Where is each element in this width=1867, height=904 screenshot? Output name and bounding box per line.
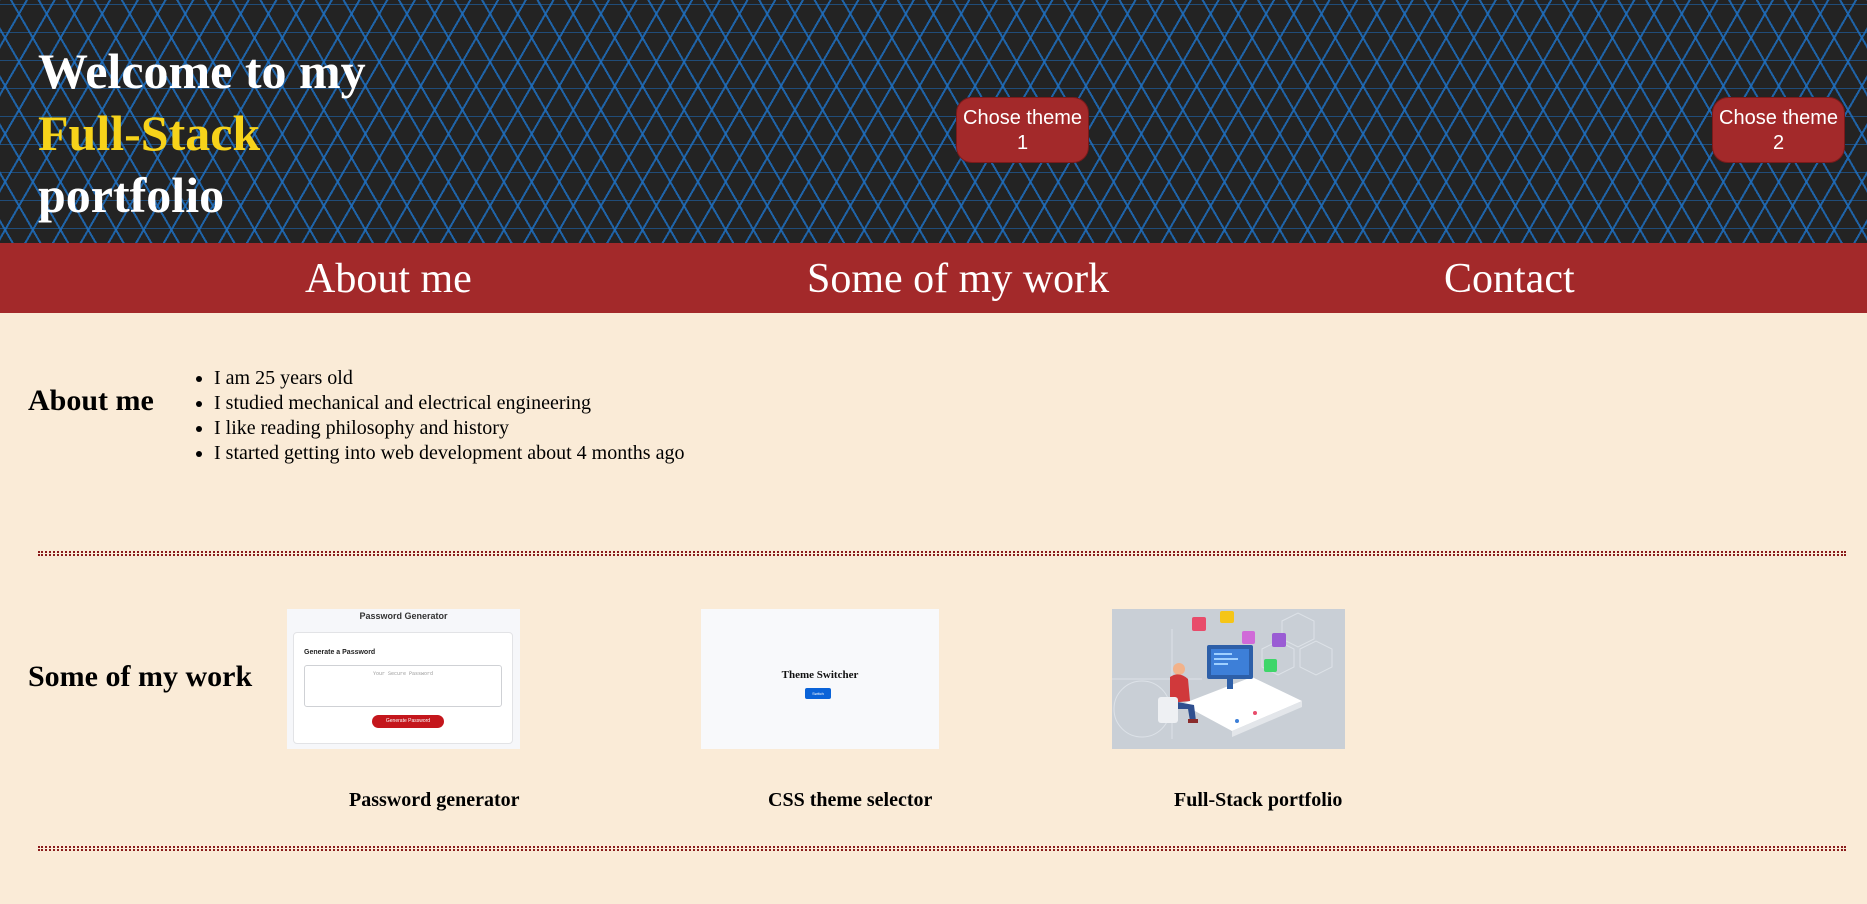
list-item: I am 25 years old xyxy=(214,366,684,391)
developer-illustration xyxy=(1112,609,1345,749)
work-heading: Some of my work xyxy=(28,660,253,693)
thumb-generate-button: Generate Password xyxy=(372,715,444,728)
thumb-placeholder: Your Secure Password xyxy=(372,671,433,677)
project-thumbnail-portfolio[interactable] xyxy=(1112,609,1345,749)
about-heading: About me xyxy=(28,384,154,417)
list-item: I started getting into web development a… xyxy=(214,441,684,466)
project-caption: Password generator xyxy=(349,789,520,811)
thumb-switch-button: Switch xyxy=(805,688,831,699)
site-title-line1: Welcome to my xyxy=(38,43,366,99)
nav-link-about[interactable]: About me xyxy=(305,254,472,304)
site-title-highlight: Full-Stack xyxy=(38,105,261,161)
nav-link-work[interactable]: Some of my work xyxy=(807,254,1109,304)
thumb-title: Password Generator xyxy=(359,611,448,621)
section-divider xyxy=(38,551,1846,556)
main-nav: About me Some of my work Contact xyxy=(0,243,1867,313)
thumb-title: Theme Switcher xyxy=(781,669,859,681)
theme-1-button[interactable]: Chose theme 1 xyxy=(956,97,1089,163)
project-caption: Full-Stack portfolio xyxy=(1174,789,1343,811)
site-title: Welcome to my Full-Stack portfolio xyxy=(38,40,366,226)
list-item: I like reading philosophy and history xyxy=(214,416,684,441)
list-item: I studied mechanical and electrical engi… xyxy=(214,391,684,416)
project-thumbnail-theme-selector[interactable]: Theme Switcher Switch xyxy=(701,609,939,749)
theme-2-button[interactable]: Chose theme 2 xyxy=(1712,97,1845,163)
section-divider xyxy=(38,846,1846,851)
thumb-card: Generate a Password Your Secure Password… xyxy=(293,632,513,744)
nav-link-contact[interactable]: Contact xyxy=(1444,254,1575,304)
site-title-line3: portfolio xyxy=(38,167,225,223)
project-caption: CSS theme selector xyxy=(768,789,933,811)
thumb-textarea: Your Secure Password xyxy=(304,665,502,707)
hero-header: Welcome to my Full-Stack portfolio Chose… xyxy=(0,0,1867,243)
about-list: I am 25 years old I studied mechanical a… xyxy=(190,366,684,466)
project-thumbnail-password-generator[interactable]: Password Generator Generate a Password Y… xyxy=(287,609,520,749)
thumb-label: Generate a Password xyxy=(304,649,376,656)
